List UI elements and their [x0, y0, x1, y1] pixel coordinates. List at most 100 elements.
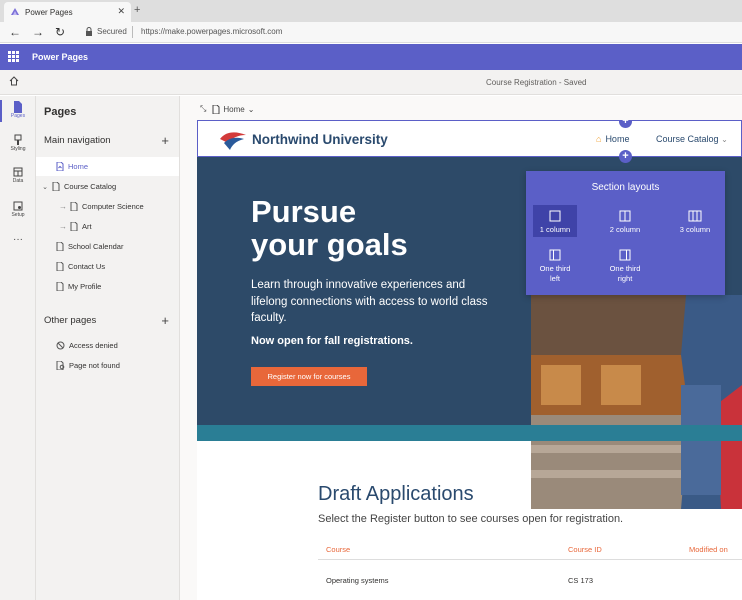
tree-item-computer-science[interactable]: → Computer Science [36, 197, 179, 216]
section-layouts-title: Section layouts [591, 182, 660, 193]
command-bar: Course Registration - Saved [0, 70, 742, 95]
tree-item-label: Home [68, 162, 89, 171]
hero-description: Learn through innovative experiences and… [251, 279, 488, 324]
register-button[interactable]: Register now for courses [251, 367, 367, 386]
three-column-icon [688, 210, 702, 222]
refresh-icon[interactable]: ↻ [55, 25, 65, 39]
tree-item-course-catalog[interactable]: ⌄ Course Catalog [36, 177, 179, 196]
tree-item-label: Access denied [69, 341, 118, 350]
canvas-breadcrumb: ⤡ Home ⌄ [200, 104, 254, 114]
layout-label-line2: right [617, 274, 633, 283]
tree-item-my-profile[interactable]: My Profile [36, 277, 179, 296]
lock-icon [86, 27, 92, 36]
tree-item-home[interactable]: Home [36, 157, 179, 176]
home-page-icon [56, 162, 64, 171]
hero-accent-band [197, 425, 742, 441]
rail-item-setup[interactable]: Setup [0, 200, 36, 218]
tree-item-label: Contact Us [68, 262, 106, 271]
rail-item-styling[interactable]: Styling [0, 134, 36, 152]
one-third-left-icon [549, 249, 561, 261]
layout-label: One third [609, 264, 641, 273]
security-label: Secured [97, 27, 127, 36]
app-name: Power Pages [32, 52, 89, 62]
layout-label-line2: left [549, 274, 560, 283]
home-icon[interactable] [9, 76, 19, 86]
more-icon[interactable]: ··· [0, 234, 36, 245]
column-header-course-id[interactable]: Course ID [568, 545, 602, 554]
nav-course-catalog[interactable]: Course Catalog ⌄ [656, 134, 728, 144]
power-pages-favicon-icon [11, 8, 19, 15]
table-header-divider [318, 559, 742, 560]
layout-2-column[interactable]: 2 column [603, 205, 647, 237]
site-header[interactable]: Northwind University ⌂ Home Course Catal… [197, 120, 742, 157]
page-icon [56, 282, 64, 291]
tree-item-access-denied[interactable]: Access denied [36, 336, 179, 355]
page-icon [52, 182, 60, 191]
layout-1-column[interactable]: 1 column [533, 205, 577, 237]
chevron-down-icon[interactable]: ⌄ [40, 183, 50, 191]
rail-label: Data [12, 178, 24, 184]
rail-item-pages[interactable]: Pages [0, 101, 36, 119]
rail-label: Setup [11, 212, 25, 218]
brush-icon [14, 134, 22, 145]
one-column-icon [549, 210, 561, 222]
rail-label: Styling [10, 146, 26, 152]
tree-item-school-calendar[interactable]: School Calendar [36, 237, 179, 256]
app-header: Power Pages [0, 44, 742, 70]
hero-title-line2: your goals [251, 227, 408, 262]
nav-catalog-label: Course Catalog [656, 134, 719, 144]
two-column-icon [619, 210, 631, 222]
draft-applications-title: Draft Applications [318, 483, 474, 505]
nav-home[interactable]: ⌂ Home [596, 134, 629, 144]
layout-one-third-right[interactable]: One third right [603, 244, 647, 288]
hero-title: Pursue your goals [251, 195, 481, 261]
setup-icon [13, 201, 23, 211]
home-icon: ⌂ [596, 134, 602, 144]
tree-item-label: Course Catalog [64, 182, 117, 191]
browser-tab[interactable]: Power Pages ✕ [4, 2, 131, 22]
back-arrow-icon[interactable]: ← [9, 25, 21, 39]
home-page-icon [212, 104, 220, 114]
subpage-arrow-icon: → [59, 202, 67, 211]
table-icon [13, 167, 23, 177]
layout-one-third-left[interactable]: One third left [533, 244, 577, 288]
add-main-page-icon[interactable]: + [161, 134, 169, 147]
rail-item-data[interactable]: Data [0, 166, 36, 184]
forward-arrow-icon[interactable]: → [32, 25, 44, 39]
page-icon [14, 101, 22, 113]
app-launcher-icon[interactable] [8, 51, 19, 62]
tree-item-art[interactable]: → Art [36, 217, 179, 236]
collapse-icon[interactable]: ⤡ [200, 104, 206, 114]
hero-open-text: Now open for fall registrations. [251, 335, 413, 347]
tree-item-label: Computer Science [82, 202, 144, 211]
site-brand[interactable]: Northwind University [252, 132, 388, 147]
northwind-logo-icon [220, 132, 246, 150]
address-bar: ← → ↻ Secured https://make.powerpages.mi… [0, 22, 742, 43]
main-navigation-heading: Main navigation [44, 135, 111, 146]
layout-3-column[interactable]: 3 column [673, 205, 717, 237]
document-status: Course Registration - Saved [486, 78, 587, 87]
panel-title: Pages [44, 106, 77, 118]
other-pages-heading: Other pages [44, 315, 97, 326]
tree-item-contact-us[interactable]: Contact Us [36, 257, 179, 276]
breadcrumb-page: Home [223, 104, 245, 114]
add-section-below-button[interactable]: + [619, 150, 632, 163]
section-layouts-flyout: Section layouts 1 column 2 column 3 colu… [526, 171, 725, 295]
url-field[interactable]: https://make.powerpages.microsoft.com [141, 27, 282, 36]
column-header-course[interactable]: Course [326, 545, 350, 554]
tree-item-page-not-found[interactable]: Page not found [36, 356, 179, 375]
page-not-found-icon [56, 361, 65, 370]
tree-item-label: Page not found [69, 361, 120, 370]
hero-title-line1: Pursue [251, 194, 357, 229]
nav-home-label: Home [605, 134, 630, 144]
add-other-page-icon[interactable]: + [161, 314, 169, 327]
layout-label: 2 column [609, 225, 641, 234]
tab-close-icon[interactable]: ✕ [117, 6, 125, 17]
access-denied-icon [56, 341, 65, 350]
breadcrumb-page-selector[interactable]: Home ⌄ [212, 104, 254, 114]
chevron-down-icon: ⌄ [721, 135, 728, 144]
page-icon [56, 262, 64, 271]
new-tab-button[interactable]: + [134, 4, 140, 16]
rail-label: Pages [10, 113, 26, 119]
column-header-modified[interactable]: Modified on [689, 545, 728, 554]
